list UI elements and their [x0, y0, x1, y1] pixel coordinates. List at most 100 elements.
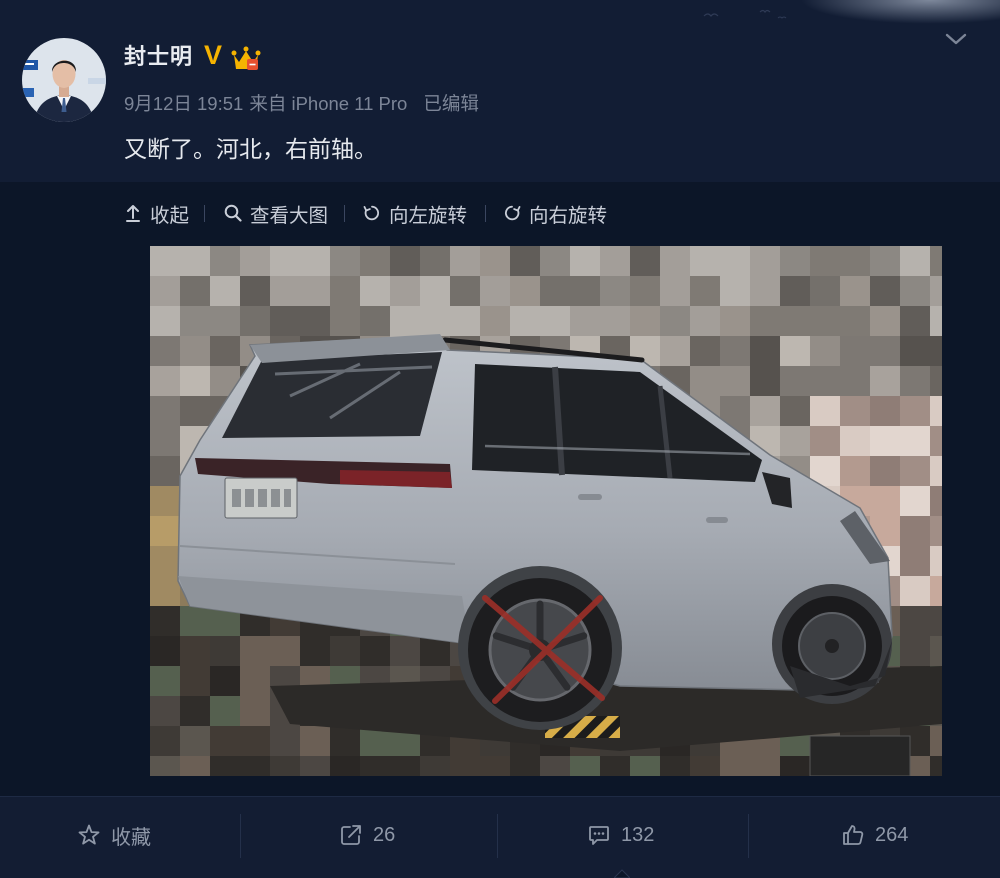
rotate-right-button[interactable]: 向右旋转: [503, 200, 607, 227]
front-wheel: [772, 584, 892, 704]
mosaic-tile: [180, 366, 210, 396]
mosaic-tile: [180, 336, 210, 366]
mosaic-tile: [150, 276, 180, 306]
mosaic-tile: [780, 366, 810, 396]
mosaic-tile: [150, 426, 180, 456]
mosaic-tile: [930, 486, 942, 516]
repost-count: 26: [373, 823, 396, 846]
truck-toolbox: [809, 735, 911, 776]
mosaic-tile: [900, 606, 930, 636]
mosaic-tile: [930, 276, 942, 306]
avatar[interactable]: [22, 38, 106, 122]
action-divider: [497, 814, 498, 858]
verified-v-icon: V: [204, 40, 223, 70]
mosaic-tile: [840, 246, 870, 276]
mosaic-tile: [930, 546, 942, 576]
post-source: 来自 iPhone 11 Pro: [249, 93, 408, 114]
mosaic-tile: [750, 366, 780, 396]
mosaic-tile: [240, 636, 270, 666]
mosaic-tile: [180, 606, 210, 636]
search-icon: [224, 203, 242, 223]
mosaic-tile: [720, 366, 750, 396]
mosaic-tile: [450, 246, 480, 276]
mosaic-tile: [840, 306, 870, 336]
rotate-right-icon: [503, 203, 521, 223]
mosaic-tile: [540, 756, 570, 776]
mosaic-tile: [930, 336, 942, 366]
door-handle: [578, 494, 602, 500]
mosaic-tile: [150, 246, 180, 276]
view-large-label: 查看大图: [250, 204, 329, 227]
mosaic-tile: [270, 756, 300, 776]
mosaic-tile: [450, 306, 480, 336]
mosaic-tile: [930, 516, 942, 546]
post-image[interactable]: [150, 246, 942, 776]
toolbar-separator: [485, 205, 486, 222]
mosaic-tile: [180, 636, 210, 666]
mosaic-tile: [420, 246, 450, 276]
mosaic-tile: [510, 276, 540, 306]
mosaic-tile: [330, 306, 360, 336]
toolbar-separator: [204, 205, 205, 222]
mosaic-tile: [150, 366, 180, 396]
mosaic-tile: [930, 636, 942, 666]
post-text: 又断了。河北，右前轴。: [124, 136, 377, 162]
door-handle: [706, 517, 728, 523]
mosaic-tile: [900, 636, 930, 666]
favorite-button[interactable]: 收藏: [77, 820, 151, 850]
license-plate: [224, 477, 298, 519]
mosaic-tile: [150, 756, 180, 776]
like-button[interactable]: 264: [841, 820, 908, 850]
chevron-down-icon[interactable]: [944, 31, 968, 47]
mosaic-tile: [540, 246, 570, 276]
mosaic-tile: [870, 396, 900, 426]
collapse-label: 收起: [150, 204, 190, 227]
mosaic-tile: [780, 246, 810, 276]
mosaic-tile: [720, 246, 750, 276]
mosaic-tile: [750, 306, 780, 336]
mosaic-tile: [210, 726, 240, 756]
mosaic-tile: [630, 246, 660, 276]
mosaic-tile: [150, 606, 180, 636]
mosaic-tile: [810, 306, 840, 336]
author-name[interactable]: 封士明: [124, 43, 193, 71]
mosaic-tile: [210, 306, 240, 336]
bird-decoration: [703, 9, 787, 19]
mosaic-tile: [930, 366, 942, 396]
view-large-button[interactable]: 查看大图: [224, 200, 329, 227]
collapse-button[interactable]: 收起: [124, 200, 190, 227]
mosaic-tile: [750, 246, 780, 276]
mosaic-tile: [930, 426, 942, 456]
mosaic-tile: [930, 456, 942, 486]
mosaic-tile: [300, 306, 330, 336]
header-decoration: [800, 0, 1000, 24]
comment-count: 132: [621, 823, 655, 846]
comment-button[interactable]: 132: [587, 820, 654, 850]
avatar-image: [22, 38, 106, 122]
mosaic-tile: [180, 756, 210, 776]
mosaic-tile: [150, 546, 180, 576]
mosaic-tile: [660, 276, 690, 306]
mosaic-tile: [930, 306, 942, 336]
mosaic-tile: [270, 276, 300, 306]
mosaic-tile: [510, 306, 540, 336]
mosaic-tile: [390, 636, 420, 666]
mosaic-tile: [780, 426, 810, 456]
mosaic-tile: [240, 756, 270, 776]
mosaic-tile: [330, 726, 360, 756]
mosaic-tile: [600, 276, 630, 306]
mosaic-tile: [360, 306, 390, 336]
mosaic-tile: [900, 396, 930, 426]
mosaic-tile: [870, 306, 900, 336]
mosaic-tile: [870, 486, 900, 516]
mosaic-tile: [870, 456, 900, 486]
repost-button[interactable]: 26: [339, 820, 395, 850]
mosaic-tile: [480, 756, 510, 776]
vip-crown-icon: [231, 46, 261, 70]
mosaic-tile: [930, 726, 942, 756]
rotate-left-button[interactable]: 向左旋转: [363, 200, 467, 227]
mosaic-tile: [720, 276, 750, 306]
post-date-time[interactable]: 9月12日 19:51: [124, 93, 243, 114]
mosaic-tile: [300, 726, 330, 756]
mosaic-tile: [300, 276, 330, 306]
